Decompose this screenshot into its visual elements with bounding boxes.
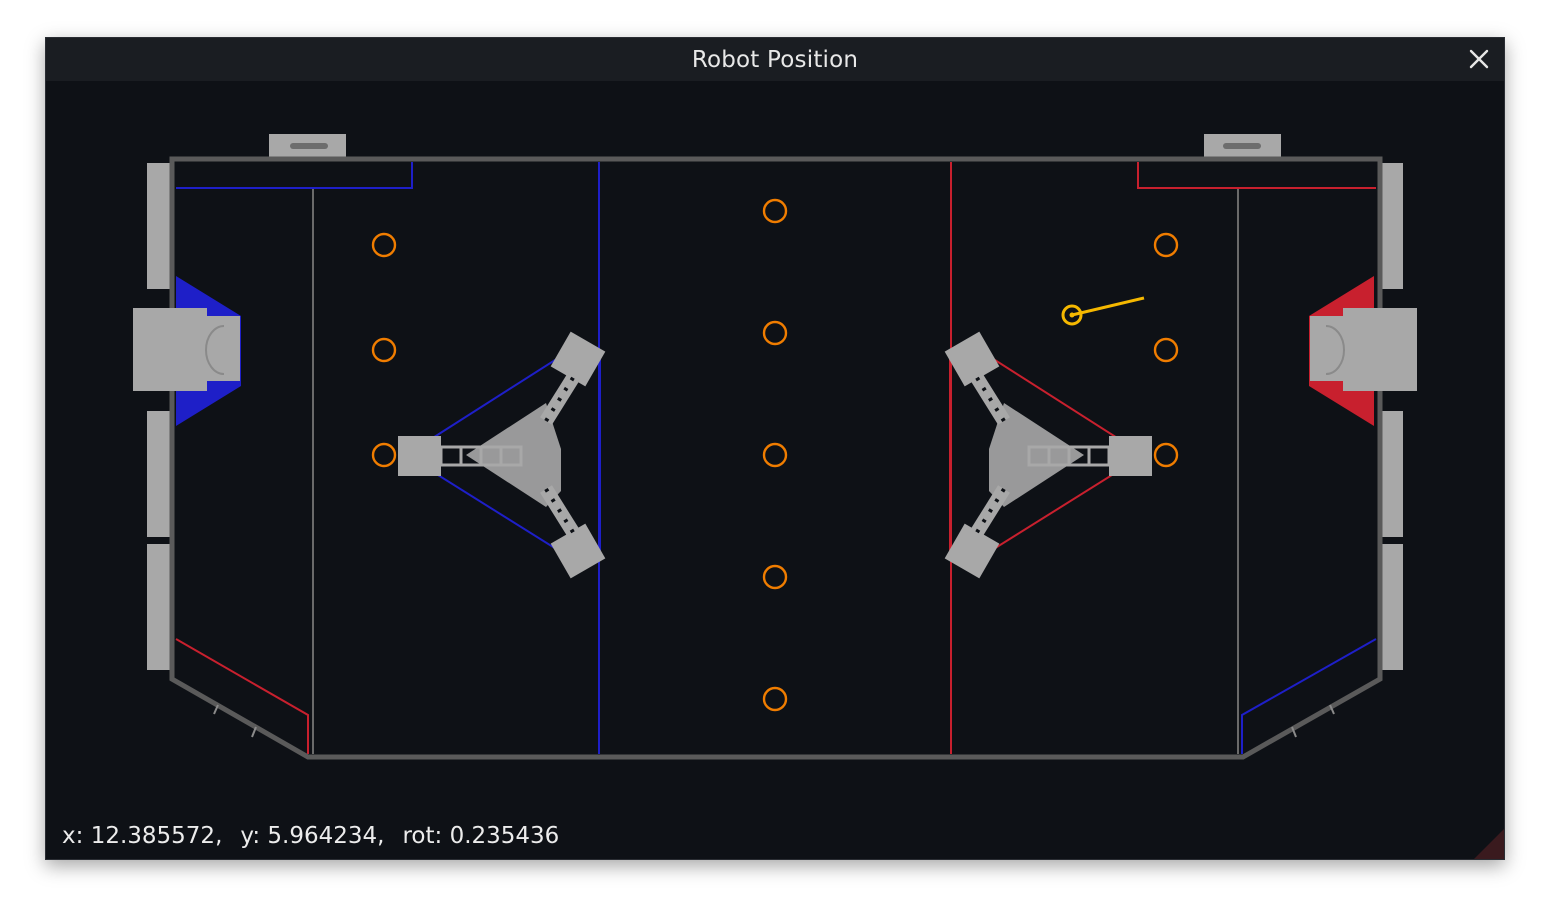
y-label: y: (240, 823, 261, 849)
window-title: Robot Position (691, 46, 859, 73)
cargo-marker (1153, 442, 1179, 468)
cargo-marker (762, 198, 788, 224)
x-label: x: (62, 823, 84, 849)
cargo-marker (762, 564, 788, 590)
title-bar[interactable]: Robot Position (46, 38, 1504, 81)
top-left-return (269, 134, 346, 157)
pose-readout: x: 12.385572, y: 5.964234, rot: 0.235436 (62, 823, 577, 849)
cargo-marker (762, 320, 788, 346)
top-right-return (1204, 134, 1281, 157)
cargo-marker (371, 442, 397, 468)
resize-grip[interactable] (1474, 829, 1504, 859)
rot-value: 0.235436 (449, 823, 560, 849)
cargo-marker (371, 232, 397, 258)
cargo-marker (1153, 337, 1179, 363)
close-button[interactable] (1464, 44, 1494, 74)
left-driver-stations (147, 163, 170, 670)
close-icon (1469, 49, 1489, 69)
field-lines (175, 162, 1377, 754)
cargo-marker (1153, 232, 1179, 258)
blue-alliance-station (133, 276, 241, 426)
cargo-marker (762, 686, 788, 712)
field-perimeter (169, 156, 1383, 760)
cargo-marker (762, 442, 788, 468)
right-driver-stations (1380, 163, 1403, 670)
cargo-marker (371, 337, 397, 363)
y-value: 5.964234, (267, 823, 385, 849)
blue-hangar (398, 331, 606, 579)
x-value: 12.385572, (90, 823, 223, 849)
rot-label: rot: (402, 823, 443, 849)
field-map[interactable] (46, 81, 1504, 816)
red-hangar (944, 331, 1152, 579)
robot-marker[interactable] (1061, 296, 1145, 326)
robot-position-window: Robot Position x: 12.385572, y: 5.964234… (45, 37, 1505, 860)
red-alliance-station (1309, 276, 1417, 426)
